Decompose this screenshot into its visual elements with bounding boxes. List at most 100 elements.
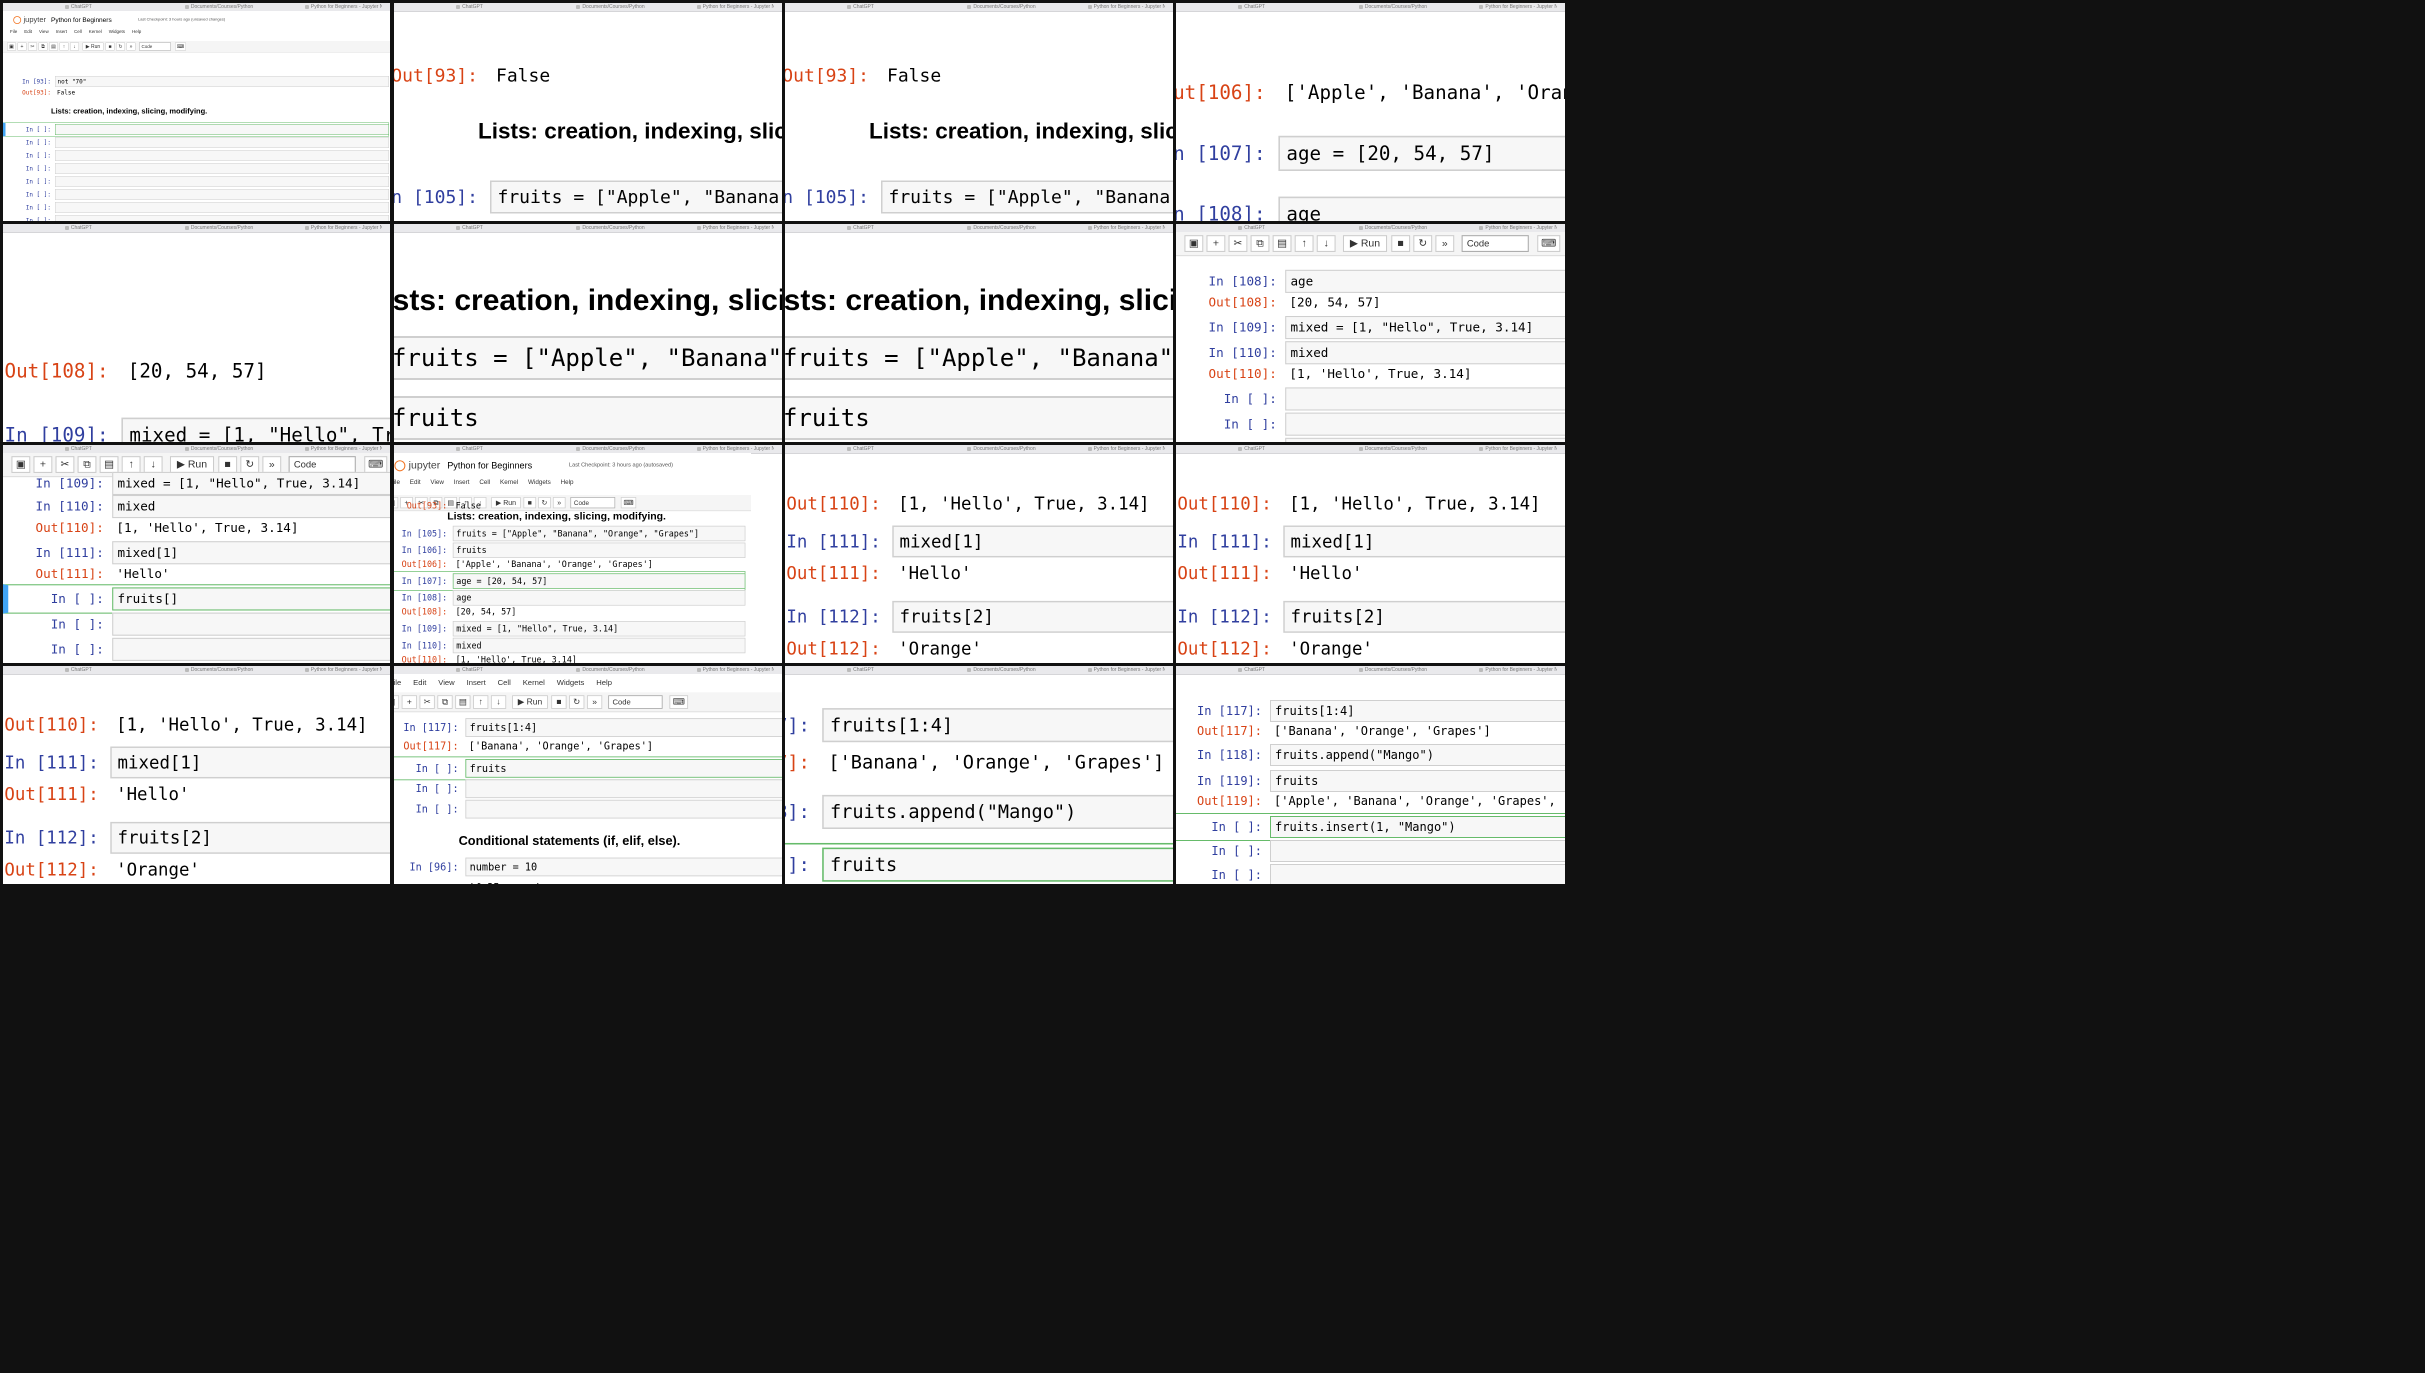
code-input[interactable] (55, 176, 389, 187)
code-cell[interactable]: In [112]: fruits[2] (3, 821, 390, 854)
keyboard-icon[interactable]: ⌨ (364, 456, 388, 473)
code-cell[interactable]: In [ ]: (11, 637, 390, 661)
code-cell[interactable]: In [112]: fruits[2] (785, 600, 1173, 633)
add-cell-icon[interactable]: + (1206, 235, 1226, 252)
browser-tab[interactable]: Documents/Courses/Python (576, 446, 654, 452)
code-cell[interactable]: In [105]:fruits = ["Apple", "Banana", "O… (785, 336, 1173, 380)
browser-tab[interactable]: Documents/Courses/Python (185, 4, 262, 10)
browser-tab[interactable]: Documents/Courses/Python (1359, 4, 1437, 10)
code-cell[interactable]: In [118]: fruits.append("Mango") (1176, 744, 1565, 766)
code-input[interactable]: fruits (1270, 770, 1565, 792)
notebook-title[interactable]: Python for Beginners (447, 460, 532, 471)
browser-tab[interactable]: Python for Beginners - Jupyter Notebook (697, 225, 775, 231)
menu-help[interactable]: Help (132, 29, 141, 34)
restart-icon[interactable]: ↻ (1413, 235, 1433, 252)
browser-tab[interactable]: Documents/Courses/Python (576, 225, 654, 231)
menu-kernel[interactable]: Kernel (500, 478, 518, 485)
code-input[interactable] (55, 202, 389, 213)
menu-widgets[interactable]: Widgets (557, 678, 585, 687)
code-cell[interactable]: In [106]:fruits (785, 396, 1173, 440)
browser-tab[interactable]: Python for Beginners - Jupyter Notebook (305, 446, 382, 452)
save-icon[interactable]: ▣ (1184, 235, 1204, 252)
menu-kernel[interactable]: Kernel (523, 678, 545, 687)
code-cell[interactable]: In [112]: fruits[2] (1176, 600, 1565, 633)
code-input[interactable]: mixed = [1, "Hello", True, 3.14] (452, 621, 746, 637)
menu-view[interactable]: View (438, 678, 454, 687)
browser-tab[interactable]: Documents/Courses/Python (967, 446, 1045, 452)
browser-tab[interactable]: Documents/Courses/Python (185, 225, 262, 231)
browser-tab[interactable]: Python for Beginners - Jupyter Notebook (1479, 225, 1557, 231)
code-input[interactable]: mixed[1] (110, 746, 390, 779)
code-input[interactable] (55, 215, 389, 221)
code-input[interactable]: fruits.append("Mango") (822, 794, 1173, 829)
code-cell[interactable]: In [107]: age = [20, 54, 57] (1176, 135, 1565, 171)
move-down-icon[interactable]: ↓ (1316, 235, 1336, 252)
code-cell[interactable]: In [ ]: (7, 150, 389, 161)
stop-icon[interactable]: ■ (1391, 235, 1411, 252)
fast-forward-icon[interactable]: » (1435, 235, 1455, 252)
code-cell[interactable]: In [ ]: (1184, 412, 1565, 436)
add-cell-icon[interactable]: + (33, 456, 53, 473)
code-cell[interactable]: In [117]: fruits[1:4] (1176, 700, 1565, 722)
code-cell[interactable]: In [ ]: (1176, 840, 1565, 862)
code-cell[interactable]: In [ ]: (7, 163, 389, 174)
code-input[interactable] (55, 137, 389, 148)
add-cell-icon[interactable]: + (17, 42, 27, 51)
code-input[interactable]: mixed (112, 495, 390, 519)
code-input[interactable]: fruits[1:4] (822, 708, 1173, 743)
code-input[interactable]: mixed[1] (112, 541, 390, 565)
browser-tab[interactable]: Documents/Courses/Python (967, 225, 1045, 231)
code-cell[interactable]: In [106]:fruits (394, 396, 782, 440)
menu-insert[interactable]: Insert (467, 678, 486, 687)
browser-tab[interactable]: ChatGPT (456, 446, 534, 452)
browser-tab[interactable]: Python for Beginners - Jupyter Notebook (1479, 4, 1557, 10)
browser-tab[interactable]: ChatGPT (847, 4, 925, 10)
code-input[interactable] (1285, 412, 1565, 436)
code-input[interactable] (112, 637, 390, 661)
move-up-icon[interactable]: ↑ (59, 42, 69, 51)
cut-icon[interactable]: ✂ (28, 42, 37, 51)
browser-tab[interactable]: Documents/Courses/Python (1359, 667, 1437, 673)
paste-icon[interactable]: ▤ (99, 456, 119, 473)
browser-tab[interactable]: Python for Beginners - Jupyter Notebook (1088, 667, 1166, 673)
fast-forward-icon[interactable]: » (126, 42, 136, 51)
move-down-icon[interactable]: ↓ (143, 456, 163, 473)
move-down-icon[interactable]: ↓ (490, 695, 507, 709)
code-cell[interactable]: In [ ]: (394, 779, 782, 799)
copy-icon[interactable]: ⧉ (38, 42, 48, 51)
add-cell-icon[interactable]: + (401, 695, 417, 709)
code-input[interactable] (55, 150, 389, 161)
code-input[interactable]: mixed = [1, "Hello", True, 3.14] (121, 417, 390, 442)
menu-help[interactable]: Help (561, 478, 574, 485)
code-input[interactable]: mixed[1] (892, 525, 1173, 558)
code-input[interactable]: fruits[2] (892, 600, 1173, 633)
browser-tab[interactable]: ChatGPT (847, 446, 925, 452)
cell-type-select[interactable]: Code (1461, 235, 1529, 252)
cell-type-select[interactable]: Code (288, 456, 356, 473)
code-input[interactable]: fruits.insert(1, "Mango") (1270, 816, 1565, 838)
browser-tab[interactable]: Documents/Courses/Python (576, 4, 654, 10)
code-cell[interactable]: In [ ]: (7, 189, 389, 200)
browser-tab[interactable]: ChatGPT (65, 446, 142, 452)
fast-forward-icon[interactable]: » (262, 456, 282, 473)
code-cell[interactable]: In [118]: fruits.append("Mango") (785, 794, 1173, 829)
code-input[interactable]: age (1285, 269, 1565, 293)
code-input[interactable] (1270, 864, 1565, 884)
cut-icon[interactable]: ✂ (419, 695, 435, 709)
browser-tab[interactable]: ChatGPT (65, 4, 142, 10)
browser-tab[interactable]: Documents/Courses/Python (185, 446, 262, 452)
code-input[interactable]: fruits = ["Apple", "Banana", "Orange", "… (394, 336, 782, 380)
code-input[interactable]: fruits (822, 847, 1173, 882)
browser-tab[interactable]: Documents/Courses/Python (1359, 225, 1437, 231)
run-button[interactable]: ▶ Run (82, 42, 104, 51)
code-input[interactable]: number = 10 (465, 857, 782, 877)
code-cell[interactable]: In [109]: mixed = [1, "Hello", True, 3.14… (3, 417, 390, 442)
code-input[interactable] (55, 189, 389, 200)
code-input[interactable]: age = [20, 54, 57] (452, 573, 746, 589)
notebook-title[interactable]: Python for Beginners (51, 16, 112, 24)
menu-widgets[interactable]: Widgets (528, 478, 551, 485)
menu-file[interactable]: File (10, 29, 17, 34)
menu-insert[interactable]: Insert (454, 478, 470, 485)
code-cell[interactable]: In [109]: mixed = [1, "Hello", True, 3.14… (394, 621, 746, 637)
code-cell[interactable]: In [119]: fruits (1176, 770, 1565, 792)
